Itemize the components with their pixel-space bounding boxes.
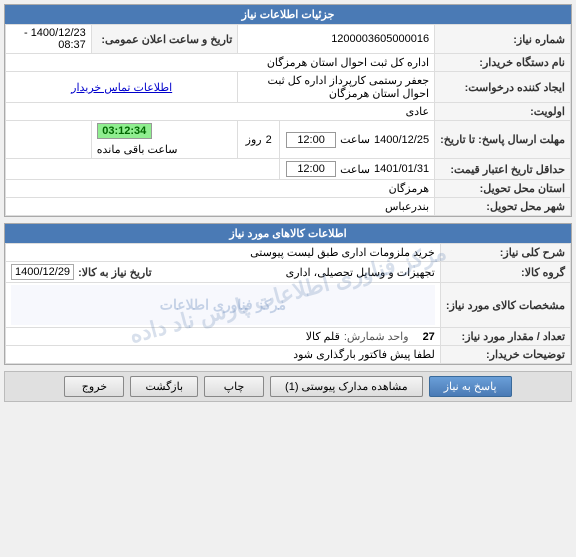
bottom-buttons: پاسخ به نیاز مشاهده مدارک پیوستی (1) چاپ… [4,371,572,402]
mohlat-saat-label: ساعت [340,133,370,146]
vahed-label: واحد شمارش: [344,330,409,343]
nam-dastgah-label: نام دستگاه خریدار: [435,54,571,72]
table-row: شرح کلی نیاز: خرید ملزومات اداری طبق لیس… [6,244,571,262]
bazgasht-button[interactable]: بازگشت [130,376,198,397]
saeat-mande-value: 03:12:34 [97,123,152,139]
tarikh-niaz-value: 1400/12/29 [11,264,74,280]
table-row: گروه کالا: تجهیزات و وسایل تحصیلی، اداری… [6,262,571,283]
alaviat-value: عادی [6,103,435,121]
shahr-value: بندرعباس [6,198,435,216]
tarikh-value: 1400/12/23 - 08:37 [6,25,92,54]
main-container: جزئیات اطلاعات نیاز شماره نیاز: 12000036… [0,0,576,406]
shomare-niaz-value: 1200003605000016 [238,25,435,54]
section2-box: اطلاعات کالاهای مورد نیاز مرکز فناوری اط… [4,223,572,365]
rooz-value: 2 [266,134,272,146]
jadval-tarikh-cell: 1401/01/31 ساعت 12:00 [280,159,435,180]
saeat-mande-label: ساعت باقی مانده [97,143,178,156]
jadval-saat-label: ساعت [340,163,370,176]
alaviat-label: اولویت: [435,103,571,121]
khorooj-button[interactable]: خروج [64,376,124,397]
moshakhasat-value: مرکز فناوری اطلاعات [6,283,441,328]
sharh-value: خرید ملزومات اداری طبق لیست پیوستی [6,244,441,262]
table-row: حداقل تاریخ اعتبار قیمت: 1401/01/31 ساعت… [6,159,571,180]
empty-cell2 [6,159,280,180]
ostan-label: استان محل تحویل: [435,180,571,198]
goroh-label: گروه کالا: [440,262,570,283]
table-row: تعداد / مقدار مورد نیاز: 27 واحد شمارش: … [6,328,571,346]
table-row: ایجاد کننده درخواست: جعفر رستمی کارپرداز… [6,72,571,103]
sharh-label: شرح کلی نیاز: [440,244,570,262]
mohlat-tarikh: 1400/12/25 ساعت 12:00 [280,121,435,159]
section1-title: جزئیات اطلاعات نیاز [5,5,571,24]
section2-title: اطلاعات کالاهای مورد نیاز [5,224,571,243]
watermark2: مرکز فناوری اطلاعات [160,297,286,314]
rooz-cell: 2 روز [238,121,280,159]
tozih-value: لطفا پیش فاکتور بارگذاری شود [6,346,441,364]
table-row: استان محل تحویل: هرمزگان [6,180,571,198]
tarikh-label: تاریخ و ساعت اعلان عمومی: [91,25,238,54]
ijad-konande-label: ایجاد کننده درخواست: [435,72,571,103]
table-row: اولویت: عادی [6,103,571,121]
shahr-label: شهر محل تحویل: [435,198,571,216]
jadval-label: حداقل تاریخ اعتبار قیمت: [435,159,571,180]
moshahede-button[interactable]: مشاهده مدارک پیوستی (1) [270,376,423,397]
table-row: مشخصات کالای مورد نیاز: مرکز فناوری اطلا… [6,283,571,328]
info-table-1: شماره نیاز: 1200003605000016 تاریخ و ساع… [5,24,571,216]
mohlat-saat-value: 12:00 [286,132,336,148]
section1-box: جزئیات اطلاعات نیاز شماره نیاز: 12000036… [4,4,572,217]
tarikh-niaz-label: تاریخ نیاز به کالا: [78,266,152,279]
shomare-niaz-label: شماره نیاز: [435,25,571,54]
chap-button[interactable]: چاپ [204,376,264,397]
table-row: توضیحات خریدار: لطفا پیش فاکتور بارگذاری… [6,346,571,364]
tedad-row: 27 واحد شمارش: قلم کالا [6,328,441,346]
jadval-tarikh-value: 1401/01/31 [374,163,429,175]
table-row: شماره نیاز: 1200003605000016 تاریخ و ساع… [6,25,571,54]
tozih-label: توضیحات خریدار: [440,346,570,364]
pasokh-button[interactable]: پاسخ به نیاز [429,376,512,397]
jadval-saat-value: 12:00 [286,161,336,177]
mohlat-tarikh-value: 1400/12/25 [374,134,429,146]
vahed-value: قلم کالا [306,330,340,343]
nam-dastgah-value: اداره کل ثبت احوال استان هرمزگان [6,54,435,72]
rooz-label: روز [246,133,262,146]
table-row: شهر محل تحویل: بندرعباس [6,198,571,216]
goroh-row: تجهیزات و وسایل تحصیلی، اداری تاریخ نیاز… [6,262,441,283]
ettelaat-tamas-link[interactable]: اطلاعات تماس خریدار [6,72,238,103]
tedad-value: 27 [423,331,435,343]
empty-cell [6,121,92,159]
info-table-2: شرح کلی نیاز: خرید ملزومات اداری طبق لیس… [5,243,571,364]
ostan-value: هرمزگان [6,180,435,198]
tedad-label: تعداد / مقدار مورد نیاز: [440,328,570,346]
saeat-mande-cell: 03:12:34 ساعت باقی مانده [91,121,238,159]
ijad-konande-value: جعفر رستمی کارپرداز اداره کل ثبت احوال ا… [238,72,435,103]
moshakhasat-label: مشخصات کالای مورد نیاز: [440,283,570,328]
goroh-value: تجهیزات و وسایل تحصیلی، اداری [286,266,435,279]
mohlat-label: مهلت ارسال پاسخ: تا تاریخ: [435,121,571,159]
table-row: مهلت ارسال پاسخ: تا تاریخ: 1400/12/25 سا… [6,121,571,159]
table-row: نام دستگاه خریدار: اداره کل ثبت احوال اس… [6,54,571,72]
